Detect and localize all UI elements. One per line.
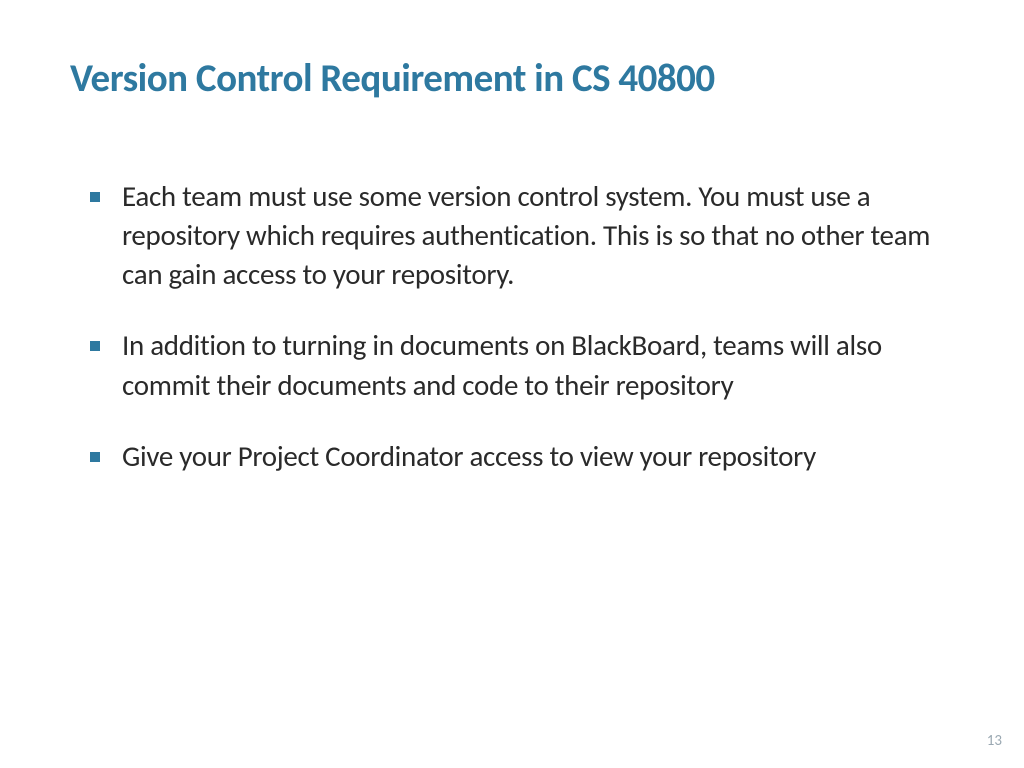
slide: Version Control Requirement in CS 40800 …	[0, 0, 1024, 768]
page-number: 13	[987, 732, 1002, 750]
list-item: Give your Project Coordinator access to …	[90, 437, 954, 476]
list-item: Each team must use some version control …	[90, 177, 954, 294]
slide-title: Version Control Requirement in CS 40800	[70, 55, 954, 102]
list-item: In addition to turning in documents on B…	[90, 326, 954, 404]
bullet-list: Each team must use some version control …	[70, 177, 954, 508]
